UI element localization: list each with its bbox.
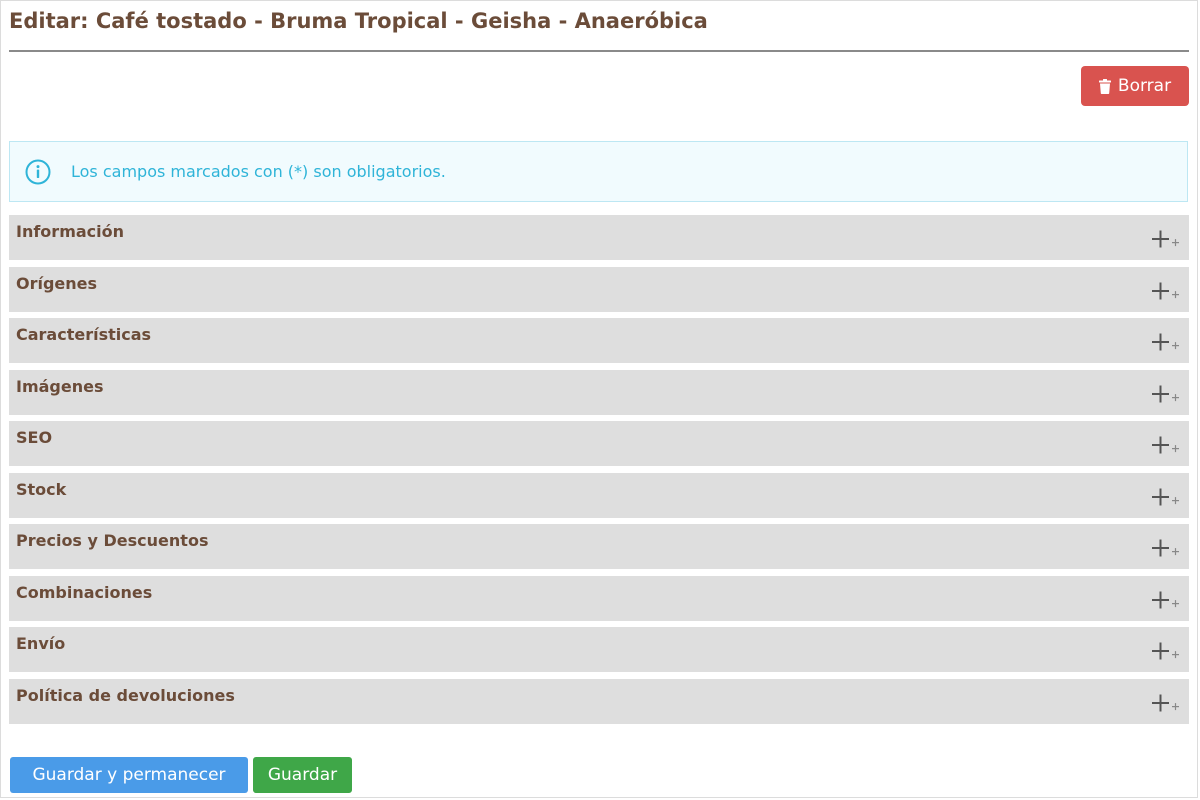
accordion-section-label: Orígenes [16,274,98,293]
plus-icon[interactable] [1151,590,1181,610]
accordion-section-4[interactable]: SEO [9,421,1189,466]
save-and-stay-button[interactable]: Guardar y permanecer [10,757,248,793]
accordion-section-2[interactable]: Características [9,318,1189,363]
accordion-section-7[interactable]: Combinaciones [9,576,1189,621]
trash-icon [1098,78,1111,94]
save-button[interactable]: Guardar [253,757,352,793]
accordion-section-label: Imágenes [16,377,104,396]
accordion-section-5[interactable]: Stock [9,473,1189,518]
delete-button-label: Borrar [1117,76,1172,96]
title-divider [9,50,1189,52]
edit-product-page: Editar: Café tostado - Bruma Tropical - … [0,0,1198,798]
accordion-section-0[interactable]: Información [9,215,1189,260]
plus-icon[interactable] [1151,641,1181,661]
alert-text: Los campos marcados con (*) son obligato… [71,162,446,181]
accordion-section-9[interactable]: Política de devoluciones [9,679,1189,724]
plus-icon[interactable] [1151,435,1181,455]
accordion-section-3[interactable]: Imágenes [9,370,1189,415]
accordion-section-label: Características [16,325,152,344]
accordion-section-label: Combinaciones [16,583,153,602]
plus-icon[interactable] [1151,384,1181,404]
plus-icon[interactable] [1151,281,1181,301]
accordion-section-label: Envío [16,634,66,653]
info-icon [25,159,51,185]
accordion-section-6[interactable]: Precios y Descuentos [9,524,1189,569]
accordion-section-8[interactable]: Envío [9,627,1189,672]
plus-icon[interactable] [1151,229,1181,249]
accordion-section-label: Información [16,222,125,241]
accordion-section-label: Precios y Descuentos [16,531,209,550]
accordion-section-label: Política de devoluciones [16,686,235,705]
delete-button[interactable]: Borrar [1081,66,1189,106]
plus-icon[interactable] [1151,538,1181,558]
plus-icon[interactable] [1151,693,1181,713]
accordion-section-label: Stock [16,480,67,499]
accordion-section-1[interactable]: Orígenes [9,267,1189,312]
plus-icon[interactable] [1151,487,1181,507]
required-fields-alert: Los campos marcados con (*) son obligato… [9,141,1188,202]
plus-icon[interactable] [1151,332,1181,352]
accordion-section-label: SEO [16,428,53,447]
page-title: Editar: Café tostado - Bruma Tropical - … [9,9,708,33]
